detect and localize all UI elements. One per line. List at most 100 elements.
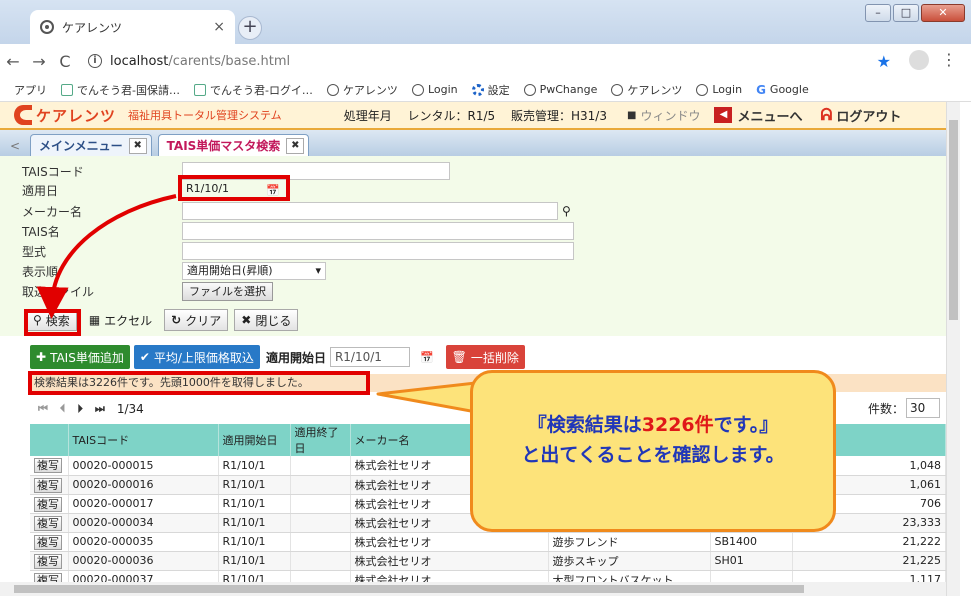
close-button[interactable]: ✖ 閉じる [234, 309, 299, 331]
url-path: /carents/base.html [168, 53, 291, 69]
bookmarks-bar: アプリ でんそう君-国保請… でんそう君-ログイ… ケアレンツ Login 設定 PwCha… [0, 78, 971, 102]
maker-label: メーカー名 [22, 204, 83, 219]
url-field[interactable]: localhost/carents/base.html [110, 54, 290, 69]
next-page-icon[interactable]: ⏵ [77, 402, 83, 416]
add-tais-price-button[interactable]: ✚ TAIS単価追加 [30, 345, 130, 369]
reload-button[interactable]: C [52, 52, 78, 71]
cell-copy: 複写 [30, 475, 69, 495]
bookmark-item[interactable]: PwChange [523, 83, 597, 96]
vertical-scrollbar[interactable] [946, 102, 960, 596]
tais-name-label: TAIS名 [22, 224, 60, 239]
bookmark-label: Login [427, 83, 458, 96]
cell-start-date: R1/10/1 [218, 513, 291, 533]
col-end-date[interactable]: 適用終了日 [290, 424, 351, 456]
tab-scroll-left-icon[interactable]: < [6, 136, 24, 156]
model-input[interactable] [182, 242, 574, 260]
cell-tais-code: 00020-000016 [68, 475, 219, 495]
tab-tais-price-search[interactable]: TAIS単価マスタ検索 ✖ [157, 134, 310, 156]
horizontal-scrollbar[interactable] [0, 582, 946, 596]
tais-code-input[interactable] [182, 162, 450, 180]
bookmark-item[interactable]: ケアレンツ [326, 82, 398, 98]
copy-row-button[interactable]: 複写 [34, 553, 62, 569]
logout-button[interactable]: ᕱ ログアウト [820, 105, 901, 125]
app-subtitle: 福祉用具トータル管理システム [128, 109, 282, 122]
copy-row-button[interactable]: 複写 [34, 496, 62, 512]
cell-copy: 複写 [30, 456, 69, 476]
calendar-icon[interactable]: 📅 [266, 184, 280, 197]
search-icon[interactable]: ⚲ [562, 204, 571, 218]
window-menu-button[interactable]: ■ ウィンドウ [627, 107, 700, 124]
prev-page-icon[interactable]: ⏴ [60, 402, 66, 416]
main-menu-label: メニューへ [737, 109, 803, 125]
cell-model: SB1400 [710, 532, 793, 552]
last-page-icon[interactable]: ⏭ [95, 402, 105, 416]
bookmark-item[interactable]: でんそう君-国保請… [61, 82, 180, 98]
bookmark-item[interactable]: ケアレンツ [611, 82, 682, 98]
bookmark-item[interactable]: G Google [756, 83, 809, 97]
apply-date-row: 適用日 R1/10/1 📅 [22, 181, 280, 199]
model-row: 型式 [22, 242, 574, 260]
callout-count: 3226件 [641, 414, 714, 436]
profile-avatar[interactable] [909, 50, 929, 70]
copy-row-button[interactable]: 複写 [34, 534, 62, 550]
search-button[interactable]: ⚲ 検索 [26, 309, 77, 331]
url-host: localhost [110, 53, 169, 69]
horizontal-scroll-thumb[interactable] [14, 585, 804, 593]
callout-line-1-post: です。』 [713, 414, 779, 436]
logout-label: ログアウト [836, 109, 902, 125]
bookmark-label: アプリ [14, 83, 47, 97]
clear-button[interactable]: ↻ クリア [164, 309, 229, 331]
browser-tab[interactable]: ケアレンツ × [30, 10, 235, 44]
copy-row-button[interactable]: 複写 [34, 515, 62, 531]
bookmark-item[interactable]: Login [411, 83, 458, 96]
delete-all-button[interactable]: 🗑 一括削除 [445, 345, 525, 369]
site-info-icon[interactable]: i [88, 54, 102, 68]
bookmark-item[interactable]: 設定 [471, 82, 510, 98]
vertical-scroll-thumb[interactable] [949, 120, 958, 320]
back-button[interactable]: ← [0, 52, 26, 71]
import-row: 取込ファイル ファイルを選択 [22, 281, 273, 301]
browser-menu-icon[interactable]: ⋮ [941, 50, 957, 69]
forward-button[interactable]: → [26, 52, 52, 71]
globe-icon [523, 83, 536, 96]
cell-copy: 複写 [30, 551, 69, 571]
first-page-icon[interactable]: ⏮ [38, 402, 48, 416]
copy-row-button[interactable]: 複写 [34, 477, 62, 493]
copy-row-button[interactable]: 複写 [34, 458, 62, 474]
close-icon[interactable]: ✖ [286, 137, 305, 154]
bookmark-item[interactable]: アプリ [14, 82, 47, 98]
minimize-button[interactable]: – [865, 4, 891, 22]
cell-maker: 株式会社セリオ [350, 551, 549, 571]
import-avg-price-button[interactable]: ✔ 平均/上限価格取込 [133, 345, 260, 369]
bookmark-item[interactable]: でんそう君-ログイ… [193, 82, 313, 98]
callout-line-2: と出てくることを確認します。 [521, 444, 785, 466]
bookmark-star-icon[interactable]: ★ [877, 52, 891, 71]
window-close-button[interactable]: ✕ [921, 4, 965, 22]
cell-tais-code: 00020-000036 [68, 551, 219, 571]
per-page-input[interactable]: 30 [906, 398, 940, 418]
cell-start-date: R1/10/1 [218, 456, 291, 476]
add-tais-price-label: TAIS単価追加 [50, 350, 124, 365]
new-tab-button[interactable]: + [238, 16, 262, 40]
start-date-input[interactable]: R1/10/1 [329, 347, 410, 367]
plus-icon: ✚ [36, 350, 47, 364]
callout-text: 『検索結果は3226件です。』 と出てくることを確認します。 [470, 410, 836, 470]
col-tais-code[interactable]: TAISコード [68, 424, 219, 456]
maker-input[interactable] [182, 202, 558, 220]
lock-icon: ᕱ [820, 105, 833, 124]
tais-name-input[interactable] [182, 222, 574, 240]
apply-date-input[interactable]: R1/10/1 [182, 181, 262, 199]
close-icon[interactable]: ✖ [128, 137, 147, 154]
carents-logo-icon [14, 105, 32, 125]
excel-button[interactable]: ▦ エクセル [83, 309, 158, 331]
tab-main-menu[interactable]: メインメニュー ✖ [30, 134, 152, 156]
col-start-date[interactable]: 適用開始日 [218, 424, 291, 456]
rental-period: レンタル：R1/5 [407, 108, 496, 123]
calendar-icon[interactable]: 📅 [420, 351, 434, 364]
choose-file-button[interactable]: ファイルを選択 [182, 281, 273, 301]
maximize-button[interactable]: □ [893, 4, 919, 22]
bookmark-item[interactable]: Login [696, 83, 742, 96]
tab-close-icon[interactable]: × [213, 19, 225, 35]
order-select[interactable]: 適用開始日(昇順) ▾ [182, 262, 326, 280]
main-menu-button[interactable]: ◀ メニューへ [714, 106, 802, 125]
